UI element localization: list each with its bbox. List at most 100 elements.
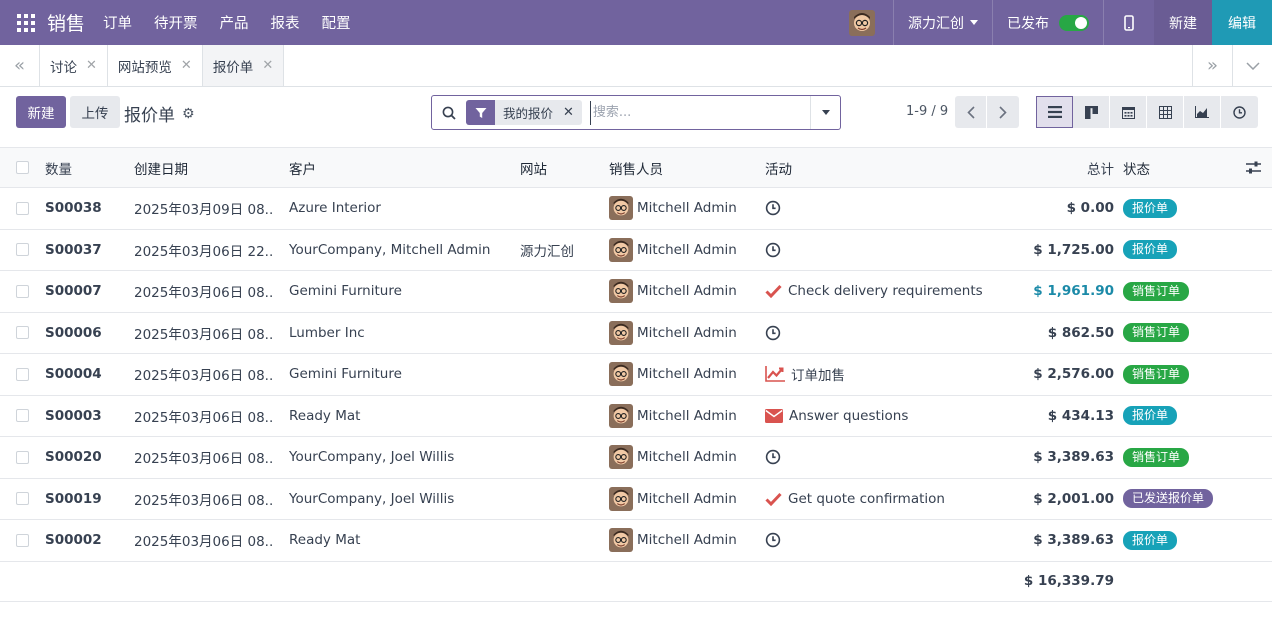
- row-checkbox[interactable]: [16, 271, 30, 312]
- row-checkbox[interactable]: [16, 313, 30, 354]
- header-customer[interactable]: 客户: [289, 148, 509, 187]
- new-button-top[interactable]: 新建: [1154, 0, 1212, 45]
- avatar[interactable]: [609, 196, 633, 221]
- search-input[interactable]: [589, 100, 810, 125]
- app-name[interactable]: 销售: [47, 9, 85, 36]
- avatar[interactable]: [609, 528, 633, 553]
- menu-to-invoice[interactable]: 待开票: [154, 12, 198, 33]
- row-checkbox[interactable]: [16, 188, 30, 229]
- gear-icon[interactable]: ⚙: [182, 106, 195, 122]
- table-row[interactable]: S00007 2025年03月06日 08... Gemini Furniture M…: [0, 271, 1272, 313]
- check-icon[interactable]: [765, 284, 782, 299]
- clock-icon[interactable]: [765, 200, 781, 216]
- menu-products[interactable]: 产品: [220, 12, 249, 33]
- clock-icon[interactable]: [765, 242, 781, 258]
- double-chevron-left-icon[interactable]: «: [0, 45, 40, 86]
- table-row[interactable]: S00038 2025年03月09日 08... Azure Interior Mit…: [0, 188, 1272, 230]
- filter-icon: [466, 100, 495, 125]
- table-row[interactable]: S00037 2025年03月06日 22... YourCompany, Mitc…: [0, 230, 1272, 271]
- pager-value[interactable]: 1-9 / 9: [906, 104, 948, 119]
- upload-button[interactable]: 上传: [70, 96, 120, 128]
- publish-toggle[interactable]: 已发布: [993, 13, 1103, 33]
- avatar[interactable]: [609, 279, 633, 304]
- table-row[interactable]: S00004 2025年03月06日 08... Gemini Furniture M…: [0, 354, 1272, 396]
- trend-chart-icon[interactable]: [765, 366, 785, 383]
- menu-configuration[interactable]: 配置: [322, 12, 351, 33]
- activity[interactable]: [765, 437, 1005, 478]
- user-avatar[interactable]: [849, 9, 875, 36]
- clock-icon[interactable]: [765, 532, 781, 548]
- table-row[interactable]: S00019 2025年03月06日 08... YourCompany, Joel…: [0, 479, 1272, 520]
- header-salesperson[interactable]: 销售人员: [609, 148, 759, 187]
- row-checkbox[interactable]: [16, 354, 30, 395]
- menu-reporting[interactable]: 报表: [271, 12, 300, 33]
- order-number: S00002: [45, 532, 102, 549]
- apps-menu-icon[interactable]: [0, 0, 52, 45]
- pivot-view-icon[interactable]: [1147, 96, 1184, 128]
- activity[interactable]: [765, 188, 1005, 229]
- tab-quotations[interactable]: 报价单 ✕: [202, 45, 285, 86]
- clock-icon[interactable]: [765, 325, 781, 341]
- table-row[interactable]: S00020 2025年03月06日 08... YourCompany, Joel…: [0, 437, 1272, 479]
- new-button[interactable]: 新建: [16, 96, 66, 128]
- header-status[interactable]: 状态: [1123, 148, 1233, 187]
- avatar[interactable]: [609, 362, 633, 387]
- header-total[interactable]: 总计: [1000, 148, 1114, 187]
- avatar[interactable]: [609, 320, 633, 345]
- close-icon[interactable]: ✕: [262, 58, 273, 73]
- avatar[interactable]: [609, 403, 633, 428]
- double-chevron-right-icon[interactable]: »: [1192, 45, 1232, 86]
- tab-discuss[interactable]: 讨论 ✕: [40, 45, 108, 86]
- row-checkbox[interactable]: [16, 437, 30, 478]
- header-activity[interactable]: 活动: [765, 148, 1005, 187]
- chevron-left-icon[interactable]: [955, 96, 987, 128]
- activity-view-icon[interactable]: [1221, 96, 1258, 128]
- table-row[interactable]: S00006 2025年03月06日 08... Lumber Inc Mitchel…: [0, 313, 1272, 354]
- mobile-preview-icon[interactable]: [1104, 0, 1154, 45]
- graph-view-icon[interactable]: [1184, 96, 1221, 128]
- row-checkbox[interactable]: [16, 396, 30, 437]
- avatar[interactable]: [609, 486, 633, 511]
- activity[interactable]: Get quote confirmation: [765, 479, 1005, 520]
- search-facet[interactable]: 我的报价 ✕: [466, 100, 582, 125]
- clock-icon[interactable]: [765, 449, 781, 465]
- activity[interactable]: [765, 230, 1005, 271]
- remove-facet-icon[interactable]: ✕: [563, 105, 582, 120]
- row-checkbox[interactable]: [16, 230, 30, 271]
- header-website[interactable]: 网站: [520, 148, 600, 187]
- optional-columns-icon[interactable]: [1246, 148, 1264, 187]
- search-icon[interactable]: [432, 106, 466, 120]
- avatar[interactable]: [609, 445, 633, 470]
- avatar[interactable]: [609, 237, 633, 262]
- row-checkbox[interactable]: [16, 479, 30, 520]
- select-all-checkbox[interactable]: [16, 148, 30, 187]
- kanban-view-icon[interactable]: [1073, 96, 1110, 128]
- check-icon[interactable]: [765, 492, 782, 506]
- salesperson-name: Mitchell Admin: [637, 283, 737, 300]
- table-row[interactable]: S00002 2025年03月06日 08... Ready Mat Mitchell…: [0, 520, 1272, 562]
- chevron-down-icon[interactable]: [1232, 45, 1272, 86]
- header-number[interactable]: 数量: [45, 148, 125, 187]
- header-date[interactable]: 创建日期: [134, 148, 274, 187]
- tab-website-preview[interactable]: 网站预览 ✕: [108, 45, 203, 86]
- activity[interactable]: Check delivery requirements: [765, 271, 1005, 312]
- menu-orders[interactable]: 订单: [103, 12, 132, 33]
- breadcrumb-tabs: « 讨论 ✕ 网站预览 ✕ 报价单 ✕ »: [0, 45, 1272, 87]
- activity[interactable]: 订单加售: [765, 354, 1005, 395]
- envelope-icon[interactable]: [765, 408, 783, 423]
- edit-button[interactable]: 编辑: [1212, 0, 1272, 45]
- table-row[interactable]: S00003 2025年03月06日 08... Ready Mat Mitchell…: [0, 396, 1272, 437]
- toggle-switch[interactable]: [1059, 14, 1089, 31]
- order-total: $ 2,001.00: [1033, 490, 1114, 507]
- activity[interactable]: [765, 313, 1005, 354]
- activity[interactable]: Answer questions: [765, 396, 1005, 437]
- calendar-view-icon[interactable]: [1110, 96, 1147, 128]
- close-icon[interactable]: ✕: [181, 58, 192, 73]
- list-view-icon[interactable]: [1036, 96, 1073, 128]
- chevron-right-icon[interactable]: [987, 96, 1019, 128]
- company-switcher[interactable]: 源力汇创: [894, 13, 992, 33]
- search-options-toggle[interactable]: [810, 96, 840, 129]
- row-checkbox[interactable]: [16, 520, 30, 561]
- activity[interactable]: [765, 520, 1005, 561]
- close-icon[interactable]: ✕: [86, 58, 97, 73]
